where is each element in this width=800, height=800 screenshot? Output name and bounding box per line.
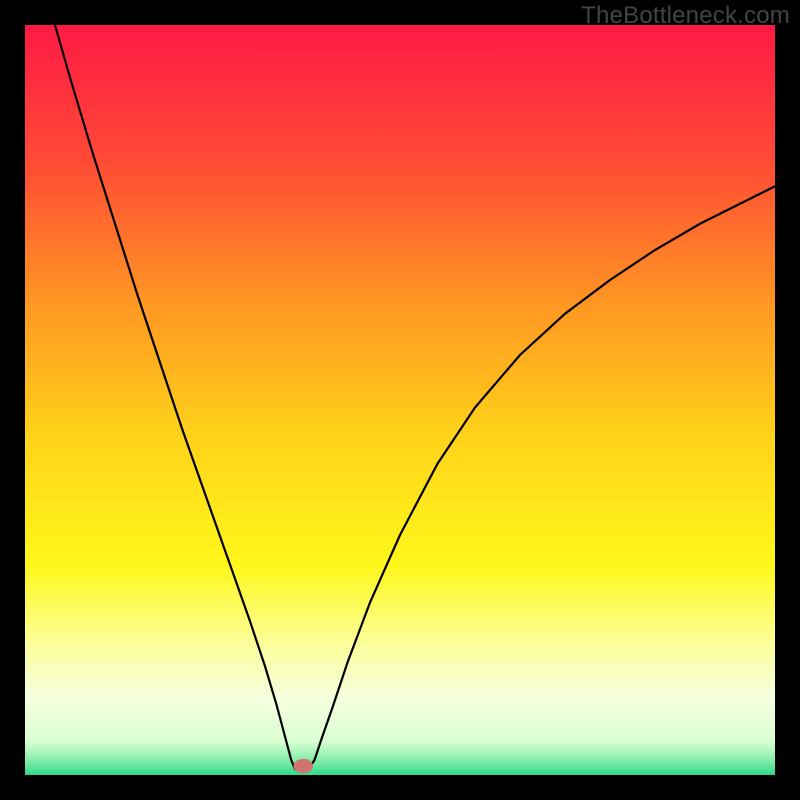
chart-svg xyxy=(25,25,775,775)
chart-background xyxy=(25,25,775,775)
optimum-marker xyxy=(294,759,314,773)
chart-plot-area xyxy=(25,25,775,775)
chart-frame: TheBottleneck.com xyxy=(0,0,800,800)
watermark-text: TheBottleneck.com xyxy=(581,2,790,30)
